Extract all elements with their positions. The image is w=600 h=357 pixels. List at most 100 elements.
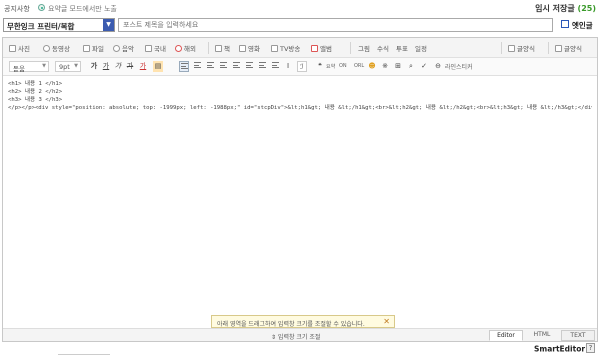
chevron-down-icon: ▼	[74, 63, 78, 69]
help-button[interactable]: ?	[586, 343, 595, 353]
book-button[interactable]: 책	[215, 43, 230, 54]
summary-on-label[interactable]: ON	[339, 63, 347, 69]
search-icon: ⌕	[409, 62, 413, 70]
highlight-icon: ▤	[154, 62, 162, 70]
table-icon: ⊞	[395, 62, 401, 70]
quote-template-button[interactable]: 글양식	[508, 43, 535, 54]
resize-handle-label[interactable]: ⇕ 입력창 크기 조절	[271, 332, 320, 341]
strikethrough-button[interactable]: 가	[125, 61, 135, 72]
toolbar-divider	[350, 42, 351, 54]
format-toolbar: 돋움 ▼ 9pt ▼ 가 가 가 가 가 ▤ I ℐ ❝ 요약 ON ORL ☻ ※…	[3, 58, 597, 76]
map-icon	[145, 45, 152, 52]
close-icon[interactable]: ✕	[383, 317, 390, 326]
title-row: 무한잉크 프린터/복합 ▼ 옛인글	[0, 18, 600, 35]
toolbar-divider	[208, 42, 209, 54]
toolbar-divider	[501, 42, 502, 54]
ordered-list-button[interactable]	[231, 61, 241, 72]
indent-icon	[271, 62, 279, 68]
align-center-button[interactable]	[192, 61, 202, 72]
highlight-button[interactable]: ▤	[153, 61, 163, 72]
album-button[interactable]: 앨범	[311, 43, 332, 54]
line-sticker-label[interactable]: 라인스티커	[445, 62, 473, 71]
tooltip-text: 아래 영역을 드래그하여 입력창 크기를 조절할 수 있습니다.	[217, 321, 365, 328]
chevron-down-icon: ▼	[42, 63, 46, 69]
special-char-button[interactable]: ※	[380, 61, 390, 72]
font-family-select[interactable]: 돋움 ▼	[9, 61, 49, 73]
align-left-button[interactable]	[179, 61, 189, 72]
movie-icon	[239, 45, 246, 52]
align-right-button[interactable]	[205, 61, 215, 72]
temp-save-label: 임시 저장글	[535, 4, 575, 13]
tv-button[interactable]: TV방송	[271, 43, 300, 54]
emoticon-button[interactable]: ☻	[367, 61, 377, 72]
summary-radio[interactable]	[38, 4, 45, 11]
bullet-list-icon	[245, 62, 253, 68]
photo-button[interactable]: 사진	[9, 43, 30, 54]
file-icon	[83, 45, 90, 52]
clear-format-button[interactable]: ℐ	[297, 61, 307, 72]
url-label[interactable]: ORL	[354, 63, 364, 69]
underline-button[interactable]: 가	[101, 61, 111, 72]
video-icon	[43, 45, 50, 52]
media-toolbar: 사진 동영상 파일 음악 국내 해외 책 영화 TV방송 앨범 그림 수식 투표…	[3, 38, 597, 58]
indent-button[interactable]	[270, 61, 280, 72]
align-right-icon	[206, 62, 214, 68]
content-line: <h2> 내용 2 </h2>	[8, 89, 63, 95]
editor-content[interactable]: <h1> 내용 1 </h1> <h2> 내용 2 </h2> <h3> 내용 …	[3, 76, 597, 326]
eraser-icon: ℐ	[300, 63, 304, 71]
table-button[interactable]: ⊞	[393, 61, 403, 72]
album-icon	[311, 45, 318, 52]
ordered-list-icon	[232, 62, 240, 68]
map-overseas-button[interactable]: 해외	[175, 43, 196, 54]
bullet-list-button[interactable]	[244, 61, 254, 72]
vote-button[interactable]: 투표	[396, 43, 408, 54]
chevron-down-icon: ▼	[103, 19, 114, 31]
italic-button[interactable]: 가	[113, 61, 123, 72]
spellcheck-button[interactable]: ✓	[419, 61, 429, 72]
summary-option-label: 요약글 모드에서만 노출	[48, 5, 117, 13]
book-icon	[215, 45, 222, 52]
notice-checkbox-label: 옛인글	[572, 21, 593, 30]
movie-button[interactable]: 영화	[239, 43, 260, 54]
schedule-button[interactable]: 일정	[415, 43, 427, 54]
globe-icon	[175, 45, 182, 52]
category-value: 무한잉크 프린터/복합	[7, 22, 75, 31]
align-justify-button[interactable]	[218, 61, 228, 72]
text-format-button[interactable]: I	[283, 61, 293, 72]
file-button[interactable]: 파일	[83, 43, 104, 54]
map-domestic-button[interactable]: 국내	[145, 43, 166, 54]
template-icon	[508, 45, 515, 52]
post-title-input[interactable]	[118, 18, 553, 32]
special-char-icon: ※	[382, 62, 388, 70]
align-left-icon	[180, 63, 188, 69]
notice-checkbox[interactable]	[561, 20, 569, 28]
drawing-button[interactable]: 그림	[358, 43, 370, 54]
photo-icon	[9, 45, 16, 52]
tab-text[interactable]: TEXT	[561, 330, 595, 341]
emoticon-icon: ☻	[368, 62, 376, 70]
category-select[interactable]: 무한잉크 프린터/복합 ▼	[3, 18, 115, 32]
summary-label: 요약	[326, 64, 336, 70]
tv-icon	[271, 45, 278, 52]
outdent-icon	[258, 62, 266, 68]
outdent-button[interactable]	[257, 61, 267, 72]
resize-tooltip: 아래 영역을 드래그하여 입력창 크기를 조절할 수 있습니다. ✕	[211, 315, 395, 328]
tab-html[interactable]: HTML	[525, 330, 559, 341]
divider	[58, 354, 110, 355]
font-color-button[interactable]: 가	[138, 61, 148, 72]
temp-save-link[interactable]: 임시 저장글 (25)	[535, 3, 596, 14]
quote-button[interactable]: ❝	[315, 61, 325, 72]
quote-icon: ❝	[318, 62, 322, 70]
line-sticker-button[interactable]: ⊖	[433, 61, 443, 72]
font-size-select[interactable]: 9pt ▼	[55, 61, 81, 72]
text-template-button[interactable]: 글양식	[555, 43, 582, 54]
formula-button[interactable]: 수식	[377, 43, 389, 54]
tab-editor[interactable]: Editor	[489, 330, 523, 341]
music-button[interactable]: 음악	[113, 43, 134, 54]
video-button[interactable]: 동영상	[43, 43, 70, 54]
bold-button[interactable]: 가	[89, 61, 99, 72]
text-format-icon: I	[286, 62, 290, 70]
find-button[interactable]: ⌕	[406, 61, 416, 72]
resize-bar[interactable]: ⇕ 입력창 크기 조절 Editor HTML TEXT	[3, 328, 597, 341]
align-justify-icon	[219, 62, 227, 68]
